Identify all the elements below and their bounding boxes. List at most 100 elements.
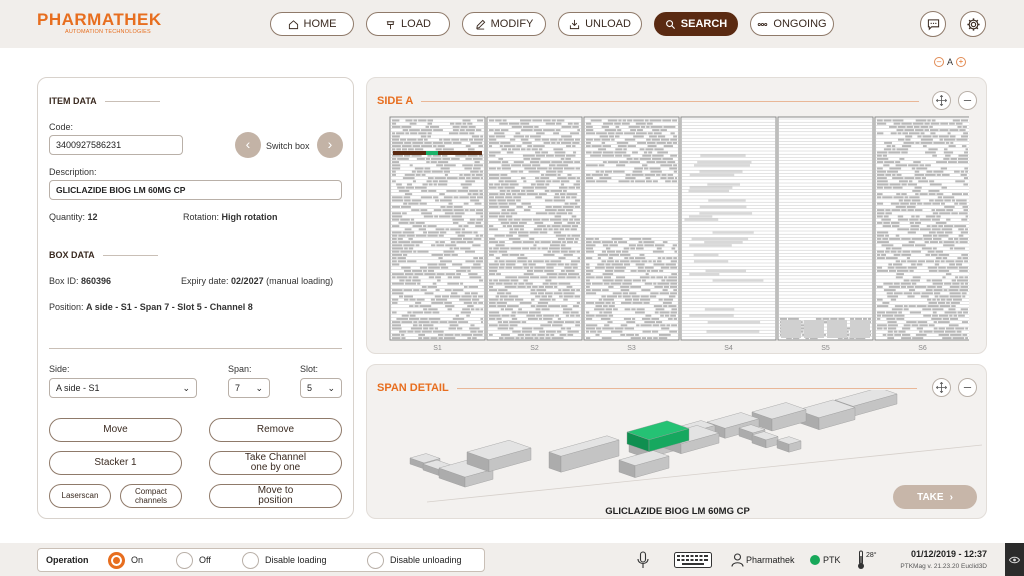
operation-off-radio[interactable] xyxy=(176,551,193,569)
box-mark xyxy=(415,173,421,176)
box-mark xyxy=(908,180,913,183)
compact-channels-button[interactable]: Compact channels xyxy=(120,484,182,508)
box-mark xyxy=(415,221,425,224)
box-mark xyxy=(543,314,555,317)
box-mark xyxy=(892,119,904,122)
box-mark xyxy=(625,177,636,180)
box-mark xyxy=(498,215,505,218)
unload-icon xyxy=(569,19,580,29)
box-mark xyxy=(452,221,459,224)
box-mark xyxy=(489,298,499,301)
box-mark xyxy=(473,237,482,240)
box-mark xyxy=(627,145,636,148)
box-mark xyxy=(877,298,883,301)
box-mark xyxy=(885,250,890,253)
box-mark xyxy=(480,215,483,218)
nav-load-label: LOAD xyxy=(401,18,431,30)
box-mark xyxy=(901,253,912,256)
box-mark xyxy=(944,282,952,285)
box-mark xyxy=(668,276,677,279)
stacker-button[interactable]: Stacker 1 xyxy=(49,451,182,475)
box-mark xyxy=(928,189,940,192)
nav-search-button[interactable]: SEARCH xyxy=(654,12,738,36)
switch-next-button[interactable]: › xyxy=(317,132,343,158)
zoom-out-button[interactable]: – xyxy=(934,57,944,67)
box-mark xyxy=(489,212,501,215)
box-mark xyxy=(903,279,910,282)
box-mark xyxy=(506,209,515,212)
nav-home-button[interactable]: HOME xyxy=(270,12,354,36)
box-mark xyxy=(535,177,540,180)
box-mark xyxy=(532,119,543,122)
logo-text: PHARMATHEK xyxy=(37,10,162,29)
box-mark xyxy=(501,209,506,212)
side-a-collapse-button[interactable]: – xyxy=(958,91,977,110)
box-mark xyxy=(546,266,554,269)
box-mark xyxy=(541,218,549,221)
messages-button[interactable] xyxy=(920,11,946,37)
zoom-in-button[interactable]: + xyxy=(956,57,967,67)
switch-prev-button[interactable]: ‹ xyxy=(235,132,261,158)
description-field[interactable]: GLICLAZIDE BIOG LM 60MG CP xyxy=(49,180,342,200)
box-mark xyxy=(521,129,533,132)
disable-loading-radio[interactable] xyxy=(242,551,259,569)
operation-on-radio[interactable] xyxy=(108,551,125,569)
box-mark xyxy=(906,257,910,260)
settings-button[interactable] xyxy=(960,11,986,37)
box-mark xyxy=(661,327,670,330)
nav-load-button[interactable]: LOAD xyxy=(366,12,450,36)
remove-button[interactable]: Remove xyxy=(209,418,342,442)
side-a-shelf-map[interactable]: S1 S2 S3 S4 S5 S6 xyxy=(387,115,969,355)
box-mark xyxy=(959,269,968,272)
box-mark xyxy=(900,285,907,288)
slot-select[interactable]: 5 ⌄ xyxy=(300,378,342,398)
box-mark xyxy=(911,237,923,240)
box-mark xyxy=(563,138,574,141)
box-mark xyxy=(575,321,580,324)
box-mark xyxy=(420,209,428,212)
box-mark xyxy=(499,193,506,196)
code-field[interactable]: 3400927586231 xyxy=(49,135,183,155)
box-mark xyxy=(421,145,433,148)
box-mark xyxy=(655,308,665,311)
visibility-toggle[interactable] xyxy=(1005,543,1024,576)
box-mark xyxy=(642,330,651,333)
box-mark xyxy=(475,225,483,228)
box-mark xyxy=(480,177,483,180)
box-mark xyxy=(517,311,529,314)
box-mark xyxy=(882,225,892,228)
box-mark xyxy=(403,289,413,292)
box-mark xyxy=(634,257,646,260)
move-to-position-button[interactable]: Move to position xyxy=(209,484,342,508)
span-select[interactable]: 7 ⌄ xyxy=(228,378,270,398)
box-mark xyxy=(899,157,905,160)
nav-unload-button[interactable]: UNLOAD xyxy=(558,12,642,36)
nav-modify-button[interactable]: MODIFY xyxy=(462,12,546,36)
box-id-value: 860396 xyxy=(81,276,112,286)
move-button[interactable]: Move xyxy=(49,418,182,442)
box-mark xyxy=(601,241,613,244)
box-mark xyxy=(602,161,607,164)
box-mark xyxy=(401,266,411,269)
temperature-value: 28° xyxy=(866,552,877,559)
box-mark xyxy=(489,205,499,208)
side-a-expand-button[interactable] xyxy=(932,91,951,110)
laserscan-button[interactable]: Laserscan xyxy=(49,484,111,508)
side-select[interactable]: A side - S1 ⌄ xyxy=(49,378,197,398)
box-mark xyxy=(526,269,533,272)
box-mark xyxy=(949,314,953,317)
box-mark xyxy=(909,289,916,292)
disable-unloading-radio[interactable] xyxy=(367,551,384,569)
box-mark xyxy=(573,122,579,125)
box-mark xyxy=(424,273,436,276)
keyboard-icon[interactable] xyxy=(674,552,712,568)
box-mark xyxy=(912,276,921,279)
nav-ongoing-button[interactable]: ONGOING xyxy=(750,12,834,36)
box-mark xyxy=(517,257,528,260)
box-mark xyxy=(557,276,566,279)
box-mark xyxy=(427,263,438,266)
box-mark xyxy=(956,138,968,141)
take-channel-button[interactable]: Take Channel one by one xyxy=(209,451,342,475)
microphone-icon[interactable] xyxy=(636,551,650,569)
box-mark xyxy=(867,317,871,320)
